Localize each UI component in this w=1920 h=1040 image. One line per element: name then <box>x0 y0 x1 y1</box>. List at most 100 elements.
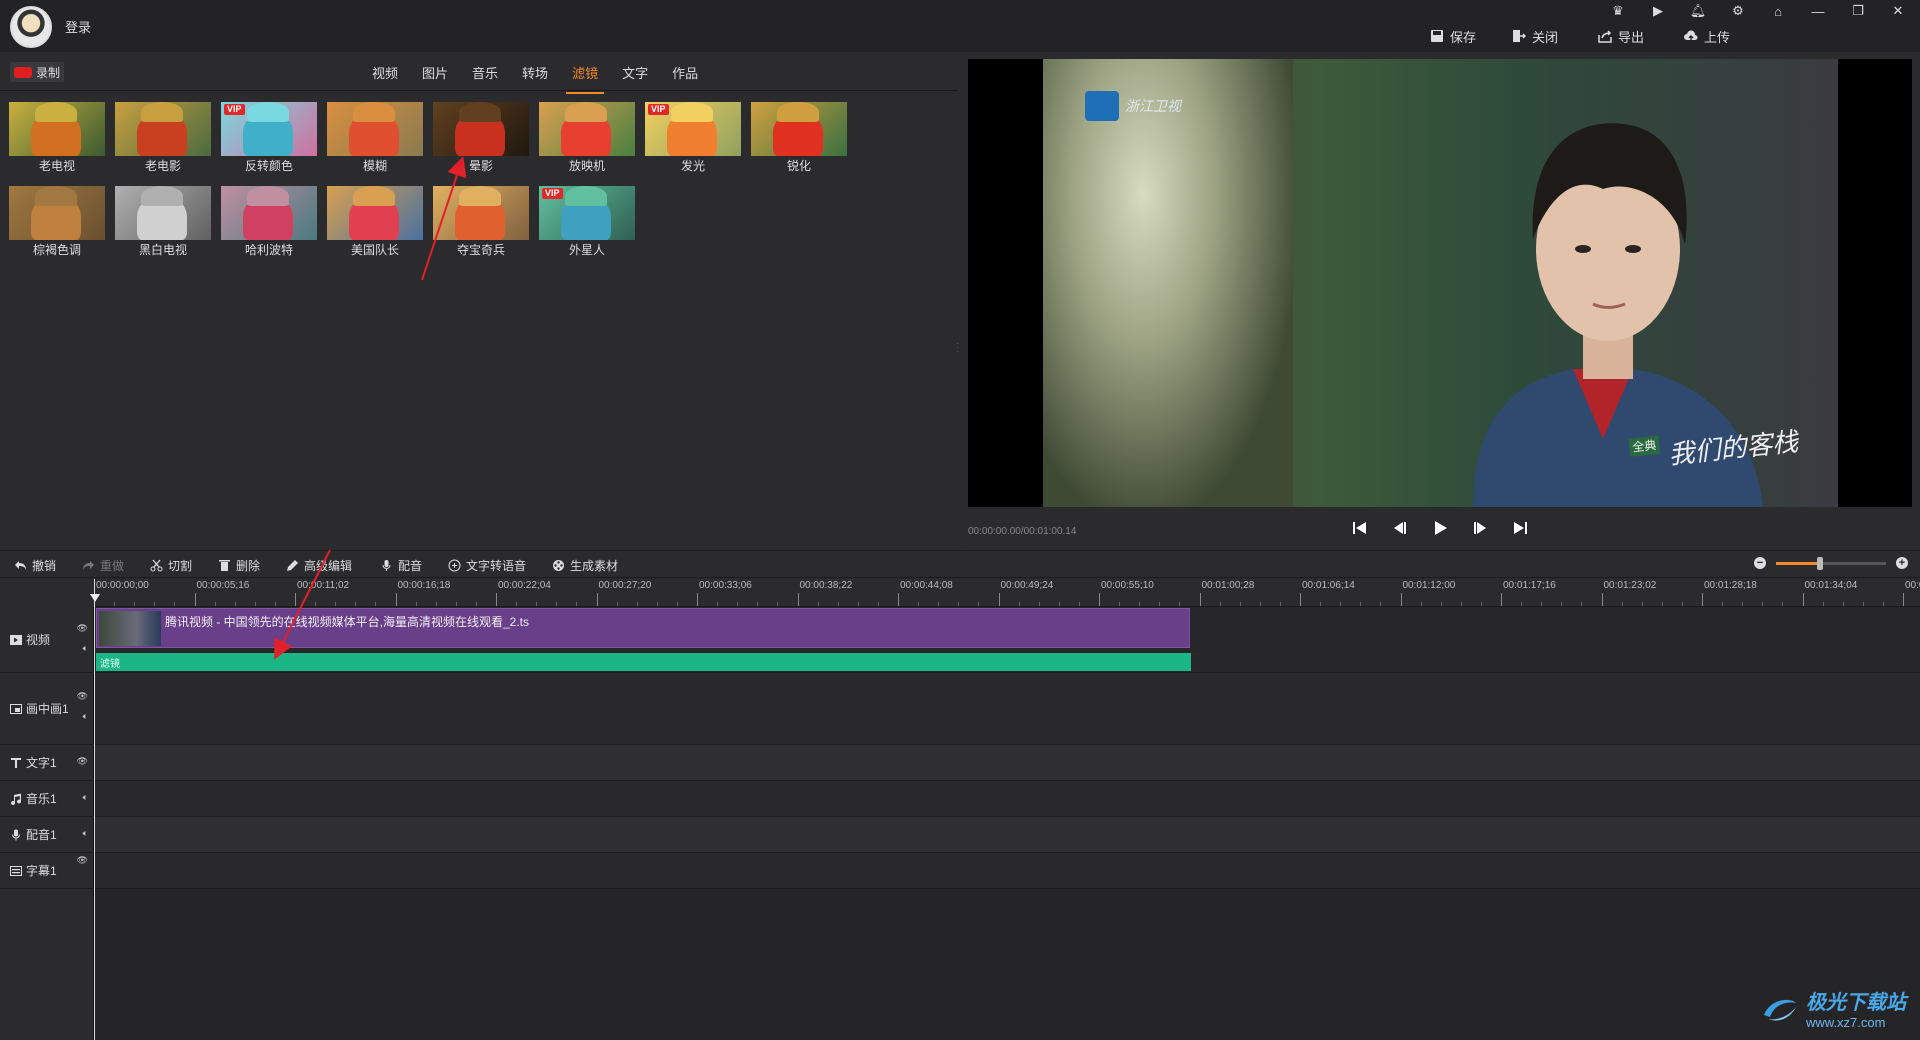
ruler-minor-tick <box>837 602 839 606</box>
playhead-line[interactable] <box>94 579 95 1040</box>
tab-music[interactable]: 音乐 <box>460 58 510 87</box>
lane-dubbing[interactable] <box>94 817 1920 853</box>
filter-clip[interactable]: 滤镜 <box>96 653 1191 671</box>
skip-to-start-button[interactable] <box>1350 518 1370 538</box>
export-button[interactable]: 导出 <box>1598 26 1644 46</box>
filter-label: 棕褐色调 <box>32 243 81 257</box>
step-forward-icon <box>1474 522 1486 534</box>
filter-item[interactable]: 黑白电视 <box>115 186 211 258</box>
save-button[interactable]: 保存 <box>1430 26 1476 46</box>
filter-item[interactable]: 老电影 <box>115 102 211 174</box>
ruler-minor-tick <box>1159 602 1161 606</box>
restore-button[interactable]: ❐ <box>1844 2 1872 20</box>
zoom-slider-handle[interactable] <box>1817 556 1823 570</box>
speaker-icon[interactable]: 🔈︎ <box>83 792 88 803</box>
login-link[interactable]: 登录 <box>65 17 91 36</box>
minimize-button[interactable]: — <box>1804 2 1832 20</box>
speaker-icon[interactable]: 🔈︎ <box>83 643 88 654</box>
tab-filter[interactable]: 滤镜 <box>560 58 610 94</box>
eye-icon[interactable]: 👁︎ <box>77 756 88 767</box>
skip-to-end-button[interactable] <box>1510 518 1530 538</box>
advanced-edit-button[interactable]: 高级编辑 <box>286 556 352 574</box>
tab-text[interactable]: 文字 <box>610 58 660 87</box>
ruler-minor-tick <box>636 602 638 606</box>
filter-item[interactable]: VIP 外星人 <box>539 186 635 258</box>
filter-label: 夺宝奇兵 <box>456 243 505 257</box>
lane-text[interactable] <box>94 745 1920 781</box>
filter-item[interactable]: 老电视 <box>9 102 105 174</box>
filter-item[interactable]: 美国队长 <box>327 186 423 258</box>
filter-item[interactable]: 哈利波特 <box>221 186 317 258</box>
lane-subtitle[interactable] <box>94 853 1920 889</box>
filter-item[interactable]: 放映机 <box>539 102 635 174</box>
filter-item[interactable]: 模糊 <box>327 102 423 174</box>
filter-thumbnail <box>433 186 529 240</box>
ruler-tick-line <box>1702 593 1703 606</box>
tab-works[interactable]: 作品 <box>660 58 710 87</box>
filter-thumbnail <box>327 186 423 240</box>
previous-frame-button[interactable] <box>1390 518 1410 538</box>
zoom-out-button[interactable]: − <box>1754 557 1766 569</box>
vip-crown-icon[interactable]: ♛ <box>1604 2 1632 20</box>
tab-video[interactable]: 视频 <box>360 58 410 87</box>
ruler-tick-label: 00:00:11;02 <box>297 580 350 591</box>
filter-item[interactable]: 棕褐色调 <box>9 186 105 258</box>
tab-image[interactable]: 图片 <box>410 58 460 87</box>
video-tutorial-icon[interactable]: ▶ <box>1644 2 1672 20</box>
filter-item[interactable]: VIP 发光 <box>645 102 741 174</box>
filter-item[interactable]: 晕影 <box>433 102 529 174</box>
avatar[interactable] <box>10 6 52 48</box>
playback-controls <box>1350 518 1530 538</box>
watermark: 极光下载站 www.xz7.com <box>1760 986 1906 1030</box>
close-window-button[interactable]: ✕ <box>1884 2 1912 20</box>
ruler-minor-tick <box>777 602 779 606</box>
lane-video[interactable]: 腾讯视频 - 中国领先的在线视频媒体平台,海量高清视频在线观看_2.ts 滤镜 <box>94 607 1920 673</box>
filter-item[interactable]: VIP 反转颜色 <box>221 102 317 174</box>
ruler-minor-tick <box>1621 602 1623 606</box>
skip-forward-icon <box>1514 522 1527 534</box>
upload-button[interactable]: 上传 <box>1684 26 1730 46</box>
close-project-button[interactable]: 关闭 <box>1512 26 1558 46</box>
ruler-minor-tick <box>1279 602 1281 606</box>
eye-icon[interactable]: 👁︎ <box>77 623 88 634</box>
tab-transition[interactable]: 转场 <box>510 58 560 87</box>
zoom-slider[interactable] <box>1776 556 1886 570</box>
generate-material-button[interactable]: 生成素材 <box>552 556 618 574</box>
lane-music[interactable] <box>94 781 1920 817</box>
play-button[interactable] <box>1430 518 1450 538</box>
record-button[interactable]: 录制 <box>10 62 64 82</box>
text-to-speech-button[interactable]: 文字转语音 <box>448 556 526 574</box>
ruler-minor-tick <box>1038 602 1040 606</box>
vip-badge: VIP <box>648 104 669 115</box>
undo-button[interactable]: 撤销 <box>14 556 56 574</box>
timeline-ruler[interactable]: 00:00:00;00 00:00:05;16 00:00:11;02 00:00:1… <box>94 579 1920 607</box>
filter-thumbnail-hat <box>247 186 289 206</box>
bell-icon[interactable]: 🔔︎ <box>1684 2 1712 20</box>
eye-icon[interactable]: 👁︎ <box>77 855 88 866</box>
play-icon <box>1435 521 1447 535</box>
filter-item[interactable]: 锐化 <box>751 102 847 174</box>
cut-button[interactable]: 切割 <box>150 556 192 574</box>
gear-icon[interactable]: ⚙ <box>1724 2 1752 20</box>
delete-button[interactable]: 删除 <box>218 556 260 574</box>
watermark-logo-icon <box>1764 999 1796 1021</box>
music-note-icon <box>11 793 22 805</box>
speaker-icon[interactable]: 🔈︎ <box>83 828 88 839</box>
redo-button[interactable]: 重做 <box>82 556 124 574</box>
filter-thumbnail-hat <box>247 102 289 122</box>
dubbing-button[interactable]: 配音 <box>380 556 422 574</box>
ruler-minor-tick <box>355 602 357 606</box>
lane-pip[interactable] <box>94 673 1920 745</box>
video-clip[interactable]: 腾讯视频 - 中国领先的在线视频媒体平台,海量高清视频在线观看_2.ts <box>96 608 1190 648</box>
playhead-handle[interactable] <box>90 594 100 602</box>
home-icon[interactable]: ⌂ <box>1764 2 1792 20</box>
ruler-minor-tick <box>1139 602 1141 606</box>
eye-icon[interactable]: 👁︎ <box>77 691 88 702</box>
panel-resize-handle[interactable]: · · · <box>956 339 959 357</box>
zoom-in-button[interactable]: + <box>1896 557 1908 569</box>
speaker-icon[interactable]: 🔈︎ <box>83 711 88 722</box>
zoom-slider-fill <box>1776 561 1820 565</box>
filter-item[interactable]: 夺宝奇兵 <box>433 186 529 258</box>
microphone-icon <box>382 559 391 571</box>
next-frame-button[interactable] <box>1470 518 1490 538</box>
